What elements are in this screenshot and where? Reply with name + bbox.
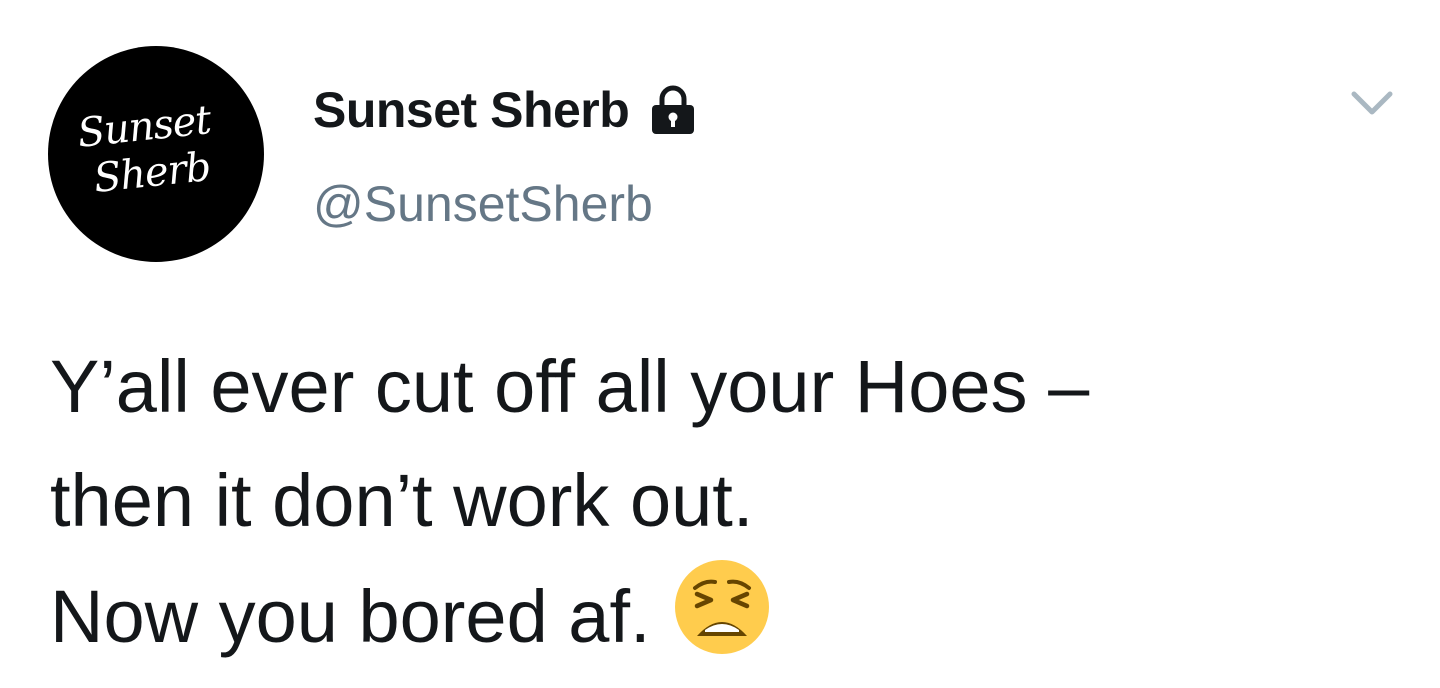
display-name[interactable]: Sunset Sherb	[313, 81, 630, 139]
tweet-text: Y’all ever cut off all your Hoes – then …	[50, 330, 1410, 674]
avatar[interactable]: Sunset Sherb	[48, 46, 264, 262]
lock-icon	[647, 84, 699, 136]
author-name-row: Sunset Sherb	[313, 80, 699, 140]
tweet-line: Now you bored af.	[50, 575, 651, 658]
tweet-card: Sunset Sherb Sunset Sherb @SunsetSherb Y…	[0, 0, 1440, 679]
tweet-line: then it don’t work out.	[50, 459, 754, 542]
chevron-down-icon[interactable]	[1346, 84, 1398, 126]
user-handle[interactable]: @SunsetSherb	[313, 175, 653, 233]
tweet-line: Y’all ever cut off all your Hoes –	[50, 345, 1090, 428]
tweet-line-with-emoji: Now you bored af.	[50, 558, 1410, 674]
weary-face-emoji-icon	[673, 558, 771, 656]
